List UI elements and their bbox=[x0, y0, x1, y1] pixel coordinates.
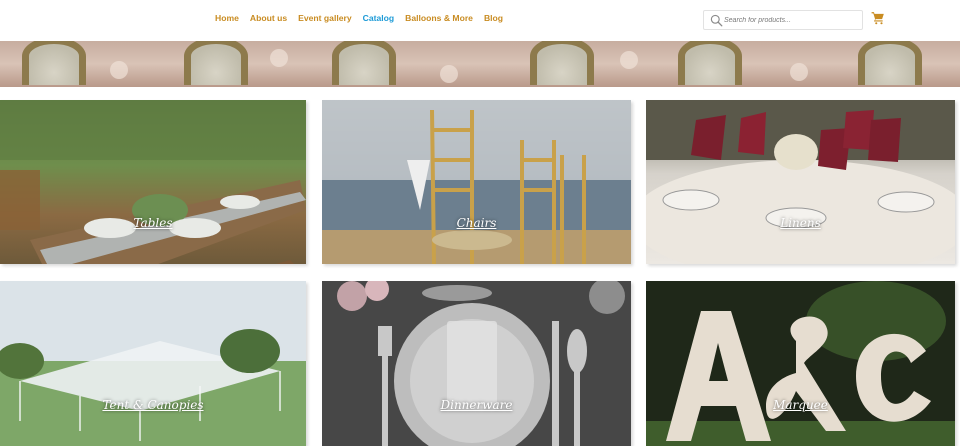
catalog-tile-marquee[interactable]: Marquee bbox=[646, 281, 955, 446]
main-nav: Home About us Event gallery Catalog Ball… bbox=[215, 13, 503, 23]
catalog-tile-dinnerware[interactable]: Dinnerware bbox=[322, 281, 631, 446]
tile-label: Tent & Canopies bbox=[102, 398, 204, 412]
hero-flower bbox=[620, 51, 638, 69]
hero-chair bbox=[22, 41, 86, 85]
hero-chair bbox=[678, 41, 742, 85]
hero-chair bbox=[858, 41, 922, 85]
catalog-tile-tent-canopies[interactable]: Tent & Canopies bbox=[0, 281, 306, 446]
site-header: Home About us Event gallery Catalog Ball… bbox=[0, 0, 960, 41]
search-icon[interactable] bbox=[710, 14, 723, 27]
nav-event-gallery[interactable]: Event gallery bbox=[298, 13, 352, 23]
hero-chair bbox=[332, 41, 396, 85]
tables-image bbox=[0, 100, 306, 264]
chairs-image bbox=[322, 100, 631, 264]
nav-about-us[interactable]: About us bbox=[250, 13, 287, 23]
nav-home[interactable]: Home bbox=[215, 13, 239, 23]
hero-chair bbox=[530, 41, 594, 85]
tile-label: Marquee bbox=[773, 398, 828, 412]
nav-blog[interactable]: Blog bbox=[484, 13, 503, 23]
linens-image bbox=[646, 100, 955, 264]
product-search bbox=[703, 10, 863, 30]
tile-label: Linens bbox=[780, 216, 821, 230]
tile-label: Dinnerware bbox=[440, 398, 513, 412]
tile-label: Tables bbox=[133, 216, 173, 230]
hero-flower bbox=[790, 63, 808, 81]
hero-banner-image bbox=[0, 41, 960, 87]
dinnerware-image bbox=[322, 281, 631, 446]
tents-image bbox=[0, 281, 306, 446]
cart-icon[interactable] bbox=[871, 11, 885, 25]
catalog-tile-linens[interactable]: Linens bbox=[646, 100, 955, 264]
hero-flower bbox=[270, 49, 288, 67]
nav-catalog[interactable]: Catalog bbox=[363, 13, 395, 23]
nav-balloons-more[interactable]: Balloons & More bbox=[405, 13, 473, 23]
hero-flower bbox=[110, 61, 128, 79]
marquee-image bbox=[646, 281, 955, 446]
catalog-tile-tables[interactable]: Tables bbox=[0, 100, 306, 264]
tile-label: Chairs bbox=[456, 216, 497, 230]
catalog-tile-chairs[interactable]: Chairs bbox=[322, 100, 631, 264]
hero-chair bbox=[184, 41, 248, 85]
hero-flower bbox=[440, 65, 458, 83]
search-input[interactable] bbox=[724, 13, 858, 28]
